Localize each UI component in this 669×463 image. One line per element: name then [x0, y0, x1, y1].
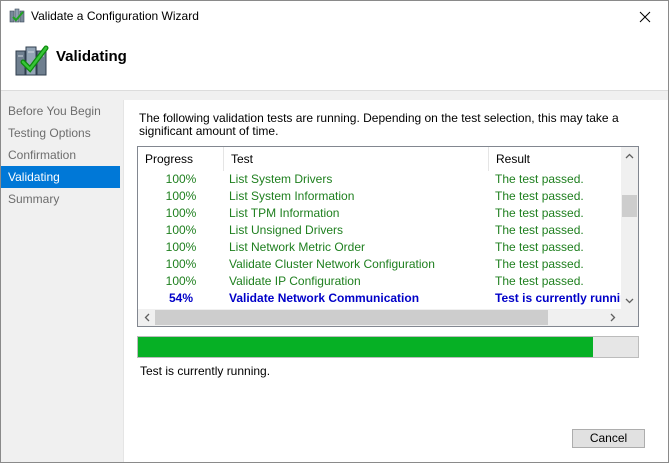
- step-before-you-begin[interactable]: Before You Begin: [1, 100, 120, 122]
- page-heading: Validating: [56, 48, 127, 65]
- title-bar: Validate a Configuration Wizard: [1, 1, 668, 32]
- column-header-result[interactable]: Result: [489, 147, 621, 171]
- horizontal-scroll-thumb[interactable]: [155, 310, 548, 325]
- chevron-down-icon: [625, 298, 634, 303]
- status-text: Test is currently running.: [140, 364, 271, 378]
- row-result: The test passed.: [495, 172, 584, 186]
- row-test: Validate Cluster Network Configuration: [229, 257, 435, 271]
- table-row[interactable]: 100% Validate IP Configuration The test …: [138, 273, 621, 290]
- chevron-left-icon: [144, 313, 149, 322]
- row-progress: 100%: [165, 223, 197, 237]
- vertical-scrollbar[interactable]: [621, 147, 638, 309]
- row-test: List System Information: [229, 189, 355, 203]
- row-test: List System Drivers: [229, 172, 333, 186]
- content-panel: The following validation tests are runni…: [123, 100, 668, 462]
- overall-progress-bar: [137, 336, 639, 358]
- scroll-up-button[interactable]: [621, 147, 638, 164]
- row-result: The test passed.: [495, 189, 584, 203]
- chevron-right-icon: [610, 313, 615, 322]
- row-progress: 100%: [165, 206, 197, 220]
- row-result: The test passed.: [495, 223, 584, 237]
- window-title: Validate a Configuration Wizard: [31, 9, 199, 23]
- chevron-up-icon: [625, 153, 634, 158]
- wizard-window: Validate a Configuration Wizard Validati…: [0, 0, 669, 463]
- row-test: Validate Network Communication: [229, 291, 420, 305]
- close-icon: [639, 11, 651, 22]
- vertical-scroll-thumb[interactable]: [622, 195, 637, 217]
- table-row[interactable]: 100% List Unsigned Drivers The test pass…: [138, 222, 621, 239]
- step-validating[interactable]: Validating: [1, 166, 120, 188]
- row-progress: 100%: [165, 189, 197, 203]
- close-button[interactable]: [622, 1, 668, 32]
- row-result: The test passed.: [495, 274, 584, 288]
- row-progress: 100%: [165, 274, 197, 288]
- column-header-progress[interactable]: Progress: [138, 147, 224, 171]
- table-row[interactable]: 100% Validate Cluster Network Configurat…: [138, 256, 621, 273]
- step-testing-options[interactable]: Testing Options: [1, 122, 120, 144]
- row-result: Test is currently running...: [495, 291, 621, 305]
- table-row-running[interactable]: 54% Validate Network Communication Test …: [138, 290, 621, 307]
- table-row[interactable]: 100% List System Information The test pa…: [138, 188, 621, 205]
- validation-checkmark-icon: [13, 42, 49, 78]
- step-summary[interactable]: Summary: [1, 188, 120, 210]
- step-confirmation[interactable]: Confirmation: [1, 144, 120, 166]
- scroll-down-button[interactable]: [621, 292, 638, 309]
- wizard-header: Validating: [1, 32, 668, 91]
- scroll-left-button[interactable]: [138, 309, 155, 326]
- list-header: Progress Test Result: [138, 147, 621, 171]
- scroll-right-button[interactable]: [604, 309, 621, 326]
- validation-tests-list[interactable]: Progress Test Result 100% List System Dr…: [137, 146, 639, 327]
- description-text: The following validation tests are runni…: [139, 111, 619, 138]
- horizontal-scrollbar[interactable]: [138, 309, 638, 326]
- cancel-button[interactable]: Cancel: [572, 429, 645, 448]
- row-progress: 100%: [165, 172, 197, 186]
- row-progress: 54%: [168, 291, 194, 305]
- table-row[interactable]: 100% List Network Metric Order The test …: [138, 239, 621, 256]
- row-progress: 100%: [165, 240, 197, 254]
- row-result: The test passed.: [495, 257, 584, 271]
- row-progress: 100%: [165, 257, 197, 271]
- row-test: List Network Metric Order: [229, 240, 366, 254]
- list-rows: 100% List System Drivers The test passed…: [138, 171, 621, 309]
- table-row[interactable]: 100% List TPM Information The test passe…: [138, 205, 621, 222]
- row-test: List TPM Information: [229, 206, 340, 220]
- row-result: The test passed.: [495, 206, 584, 220]
- wizard-steps-sidebar: Before You Begin Testing Options Confirm…: [1, 100, 123, 462]
- column-header-test[interactable]: Test: [224, 147, 489, 171]
- progress-bar-fill: [138, 337, 593, 357]
- row-test: List Unsigned Drivers: [229, 223, 344, 237]
- row-result: The test passed.: [495, 240, 584, 254]
- row-test: Validate IP Configuration: [229, 274, 361, 288]
- table-row[interactable]: 100% List System Drivers The test passed…: [138, 171, 621, 188]
- cluster-wizard-icon: [9, 8, 25, 24]
